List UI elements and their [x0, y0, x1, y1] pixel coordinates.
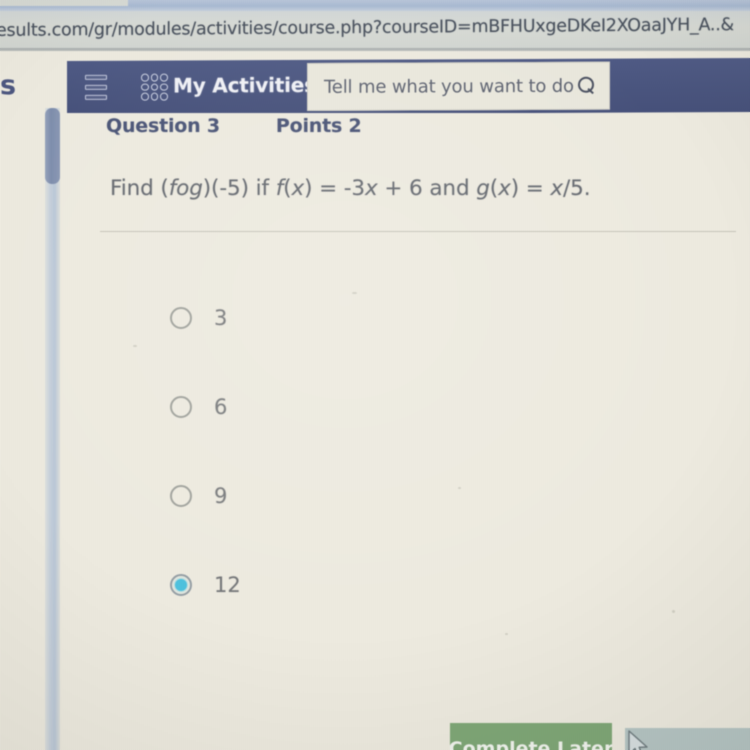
- answer-choice-6[interactable]: 6: [170, 362, 690, 451]
- radio-icon-unchecked[interactable]: [170, 306, 192, 329]
- prompt-fragment-8: + 6 and: [377, 176, 477, 201]
- question-content-card: Question 3 Points 2 Find (fog)(-5) if f(…: [62, 113, 750, 750]
- prompt-fragment-13: x: [550, 176, 564, 201]
- photo-artifact: [505, 633, 508, 635]
- hamburger-bar: [85, 74, 107, 80]
- answer-choice-12[interactable]: 12: [170, 540, 690, 629]
- answer-choice-label: 12: [214, 572, 241, 597]
- prompt-fragment-0: Find (: [110, 176, 169, 201]
- answer-choice-list: 3 6 9 12: [170, 273, 690, 629]
- tell-me-search-box[interactable]: Tell me what you want to do: [307, 61, 610, 111]
- answer-choice-label: 3: [214, 305, 228, 330]
- prompt-fragment-14: /5.: [563, 176, 591, 201]
- hamburger-bar: [85, 94, 107, 100]
- prompt-fragment-2: )(-5) if: [202, 176, 276, 201]
- nav-title-my-activities[interactable]: My Activities: [173, 73, 316, 98]
- complete-later-button-label: Complete Later: [450, 738, 612, 750]
- grid-dot: [160, 92, 168, 101]
- grid-dot: [150, 73, 159, 82]
- vertical-scrollbar-track[interactable]: [45, 108, 60, 750]
- grid-dot: [141, 73, 149, 82]
- prompt-fragment-6: ) = -3: [304, 176, 366, 201]
- question-divider: [100, 231, 736, 232]
- browser-chrome-tab-edge: [0, 0, 128, 6]
- grid-dot: [141, 83, 149, 92]
- photo-artifact: [672, 610, 675, 613]
- answer-choice-label: 6: [214, 394, 228, 419]
- question-points: Points 2: [275, 115, 362, 137]
- screenshot-root: esults.com/gr/modules/activities/course.…: [0, 0, 750, 750]
- radio-icon-checked[interactable]: [170, 573, 192, 596]
- hamburger-menu-icon[interactable]: [85, 74, 107, 100]
- address-bar-url[interactable]: esults.com/gr/modules/activities/course.…: [0, 15, 734, 41]
- prompt-fragment-9: g: [476, 176, 490, 201]
- prompt-fragment-7: x: [365, 176, 378, 201]
- prompt-fragment-12: ) =: [510, 176, 551, 201]
- grid-dot: [150, 83, 159, 91]
- browser-address-bar[interactable]: esults.com/gr/modules/activities/course.…: [0, 11, 750, 51]
- answer-choice-9[interactable]: 9: [170, 451, 690, 540]
- prompt-fragment-11: x: [498, 176, 511, 201]
- hamburger-bar: [85, 84, 107, 90]
- radio-icon-unchecked[interactable]: [170, 484, 192, 507]
- left-cutoff-label: s: [0, 70, 16, 101]
- search-icon[interactable]: [578, 77, 596, 95]
- prompt-fragment-10: (: [489, 176, 499, 201]
- app-grid-icon[interactable]: [141, 73, 168, 101]
- grid-dot: [160, 83, 168, 91]
- photo-artifact: [458, 487, 461, 489]
- vertical-scrollbar-thumb[interactable]: [45, 108, 60, 184]
- answer-choice-label: 9: [214, 483, 228, 508]
- app-navbar: My Activities Tell me what you want to d…: [67, 58, 750, 115]
- question-prompt: Find (fog)(-5) if f(x) = -3x + 6 and g(x…: [110, 176, 591, 201]
- complete-later-button[interactable]: Complete Later: [450, 723, 612, 750]
- tell-me-search-placeholder[interactable]: Tell me what you want to do: [324, 75, 574, 97]
- answer-choice-3[interactable]: 3: [170, 273, 690, 362]
- radio-icon-unchecked[interactable]: [170, 395, 192, 418]
- grid-dot: [141, 92, 149, 101]
- photo-artifact: [352, 292, 357, 294]
- grid-dot: [160, 73, 168, 82]
- question-header: Question 3 Points 2: [106, 115, 362, 137]
- prompt-fragment-5: x: [291, 176, 305, 201]
- grid-dot: [150, 92, 159, 101]
- prompt-fragment-1: fog: [168, 176, 203, 201]
- question-number: Question 3: [106, 115, 220, 137]
- photo-artifact: [133, 345, 137, 347]
